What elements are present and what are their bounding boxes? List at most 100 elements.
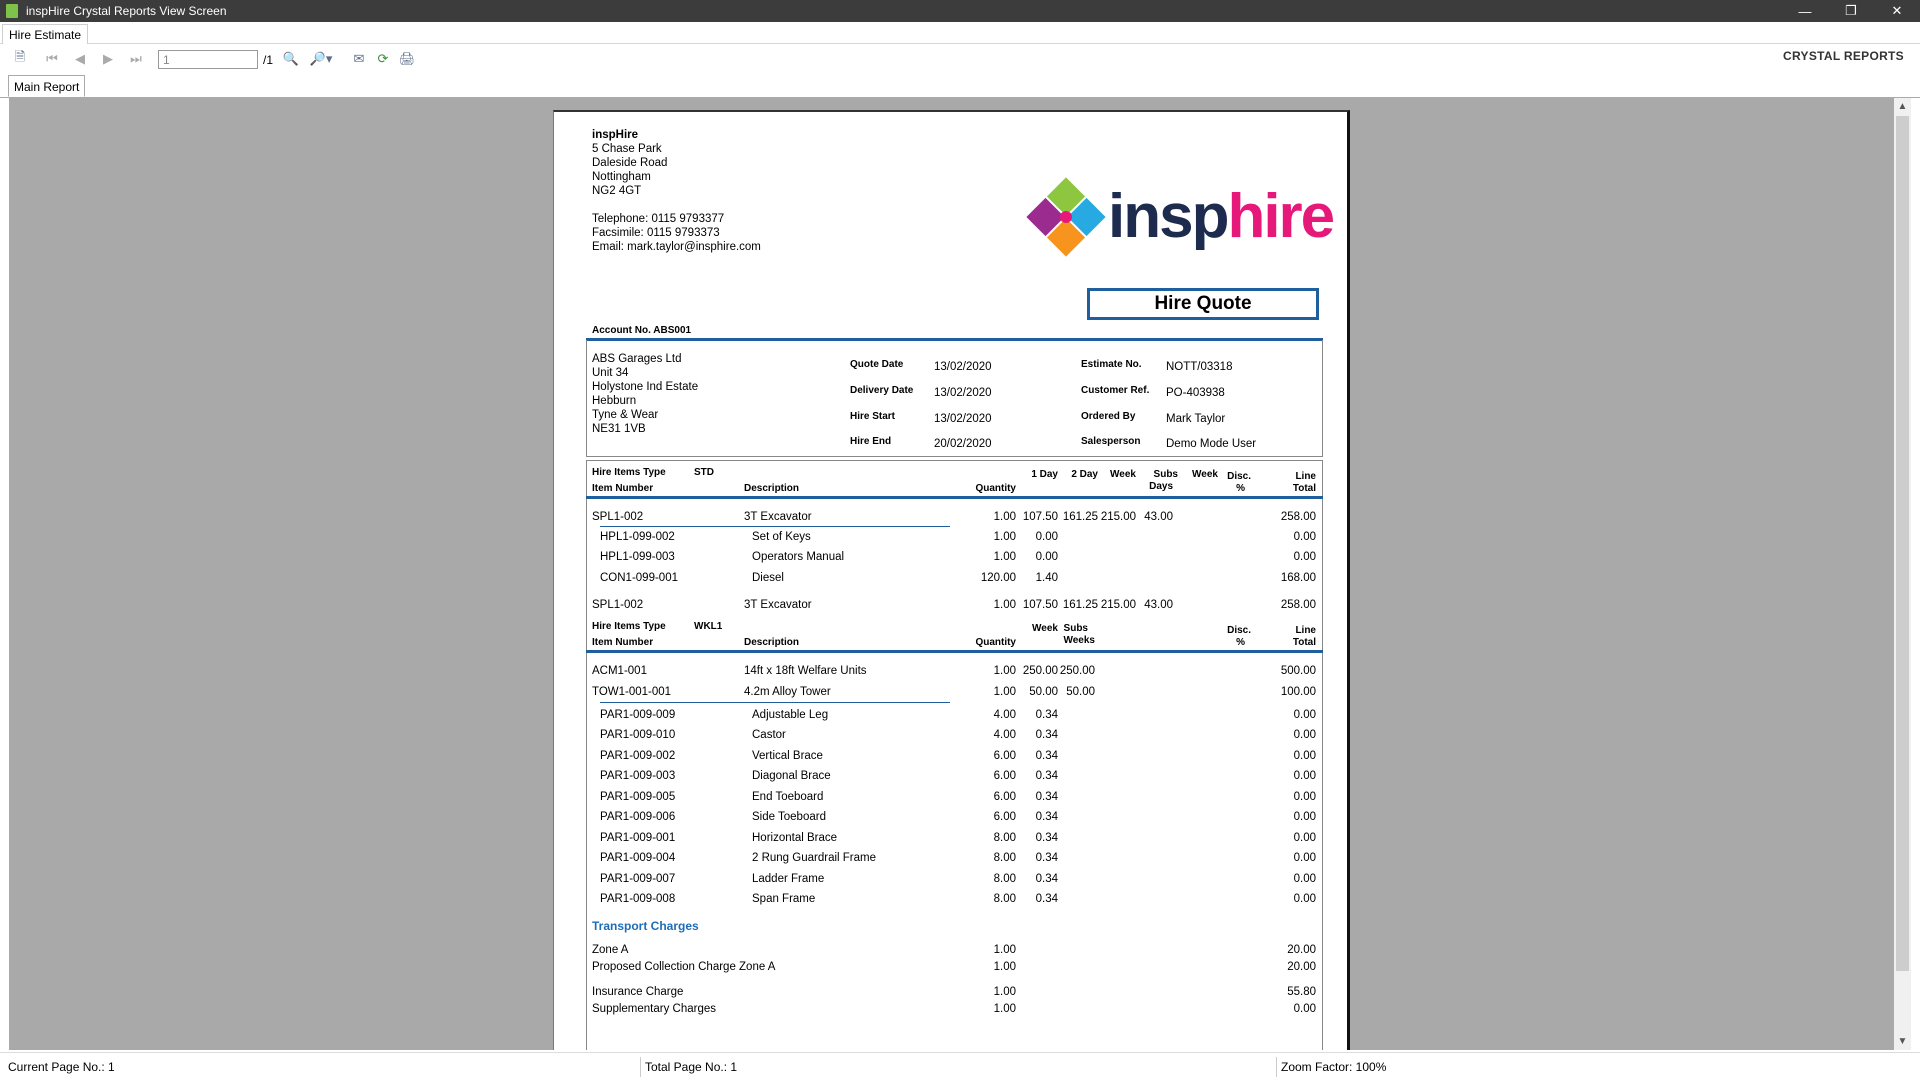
date-value: 13/02/2020 — [934, 387, 992, 399]
customer-address-line: Unit 34 — [592, 367, 629, 379]
scroll-down-icon[interactable]: ▼ — [1894, 1033, 1911, 1050]
item-1-day-rate: 0.00 — [1035, 531, 1058, 543]
item-description: End Toeboard — [752, 791, 824, 803]
item-week-rate: 0.34 — [1035, 729, 1058, 741]
reference-value: Demo Mode User — [1166, 438, 1257, 450]
item-number: TOW1-001-001 — [592, 686, 672, 698]
item-description: Operators Manual — [752, 551, 845, 563]
date-label: Delivery Date — [850, 385, 914, 396]
customer-address-line: Holystone Ind Estate — [592, 381, 699, 393]
charge-description: Supplementary Charges — [592, 1003, 717, 1015]
company-address-1: 5 Chase Park — [592, 143, 662, 155]
item-1-day-rate: 0.00 — [1035, 551, 1058, 563]
customer-address-line: NE31 1VB — [592, 423, 646, 435]
date-label: Hire Start — [850, 411, 896, 422]
item-week-rate: 0.34 — [1035, 852, 1058, 864]
previous-page-icon[interactable]: ◀ — [72, 50, 88, 68]
zoom-status: Zoom Factor: 100% — [1281, 1060, 1387, 1074]
logo-mark-icon — [1026, 177, 1106, 257]
document-title: Hire Quote — [1087, 288, 1319, 320]
column-quantity: Quantity — [975, 483, 1016, 494]
item-number: PAR1-009-009 — [600, 709, 676, 721]
toolbar: 🗎 ⏮ ◀ ▶ ⏭ /1 🔍 🔎▾ ✉ ⟳ 🖨 CRYSTAL REPORTS — [0, 44, 1920, 74]
column-disc-pct: % — [1236, 483, 1245, 494]
company-email: Email: mark.taylor@insphire.com — [592, 241, 761, 253]
customer-address-line: Hebburn — [592, 395, 637, 407]
charge-quantity: 1.00 — [993, 961, 1016, 973]
vertical-scrollbar[interactable]: ▲ ▼ — [1894, 98, 1911, 1050]
scroll-up-icon[interactable]: ▲ — [1894, 98, 1911, 115]
column-item-number: Item Number — [592, 637, 654, 648]
item-line-total: 0.00 — [1293, 832, 1316, 844]
company-facsimile: Facsimile: 0115 9793373 — [592, 227, 720, 239]
group-tree-icon[interactable]: ✉ — [350, 50, 368, 68]
item-week-rate: 0.34 — [1035, 791, 1058, 803]
column-line-total: Total — [1292, 483, 1316, 494]
restore-button[interactable]: ❐ — [1828, 0, 1874, 22]
item-line-total: 0.00 — [1293, 729, 1316, 741]
item-subs-weeks: 50.00 — [1066, 686, 1095, 698]
item-subs-days: 43.00 — [1144, 599, 1173, 611]
page-number-input[interactable] — [158, 50, 258, 69]
item-description: 3T Excavator — [744, 599, 812, 611]
charge-description: Proposed Collection Charge Zone A — [592, 961, 776, 973]
reference-value: PO-403938 — [1166, 387, 1225, 399]
status-bar: Current Page No.: 1 Total Page No.: 1 Zo… — [0, 1052, 1920, 1080]
tab-main-report[interactable]: Main Report — [8, 75, 86, 97]
column-description: Description — [744, 483, 800, 494]
item-line-total: 258.00 — [1280, 599, 1316, 611]
customer-address-line: ABS Garages Ltd — [592, 353, 682, 365]
hire-items-type-label: Hire Items Type — [592, 621, 666, 632]
item-line-total: 168.00 — [1280, 572, 1316, 584]
reference-label: Customer Ref. — [1081, 385, 1150, 396]
search-icon[interactable]: 🔍 — [282, 50, 300, 68]
report-page: inspHire 5 Chase Park Daleside Road Nott… — [553, 110, 1350, 1050]
column-description: Description — [744, 637, 800, 648]
refresh-icon[interactable]: ⟳ — [374, 50, 392, 68]
reference-value: Mark Taylor — [1166, 413, 1226, 425]
zoom-icon[interactable]: 🔎▾ — [308, 50, 334, 68]
date-label: Quote Date — [850, 359, 904, 370]
tab-hire-estimate[interactable]: Hire Estimate — [2, 24, 89, 44]
item-number: PAR1-009-002 — [600, 750, 676, 762]
company-name: inspHire — [592, 129, 639, 141]
reference-value: NOTT/03318 — [1166, 361, 1233, 373]
item-number: SPL1-002 — [592, 511, 644, 523]
item-line-total: 0.00 — [1293, 893, 1316, 905]
export-icon[interactable]: 🗎 — [10, 49, 30, 68]
item-description: Vertical Brace — [752, 750, 823, 762]
item-week-rate: 0.34 — [1035, 832, 1058, 844]
company-address-2: Daleside Road — [592, 157, 668, 169]
insphire-logo: insphire — [1024, 174, 1335, 260]
close-button[interactable]: ✕ — [1874, 0, 1920, 22]
item-number: PAR1-009-004 — [600, 852, 676, 864]
item-description: 14ft x 18ft Welfare Units — [744, 665, 867, 677]
item-1-day-rate: 1.40 — [1035, 572, 1058, 584]
last-page-icon[interactable]: ⏭ — [128, 50, 144, 68]
scroll-thumb[interactable] — [1896, 116, 1909, 971]
charge-quantity: 1.00 — [993, 986, 1016, 998]
item-description: Set of Keys — [752, 531, 811, 543]
item-description: 4.2m Alloy Tower — [744, 686, 831, 698]
window-title: inspHire Crystal Reports View Screen — [26, 4, 227, 18]
print-icon[interactable]: 🖨 — [398, 50, 416, 68]
item-number: PAR1-009-008 — [600, 893, 676, 905]
menu-bar: Hire Estimate — [0, 22, 1920, 44]
item-number: HPL1-099-002 — [600, 531, 675, 543]
item-number: PAR1-009-003 — [600, 770, 676, 782]
item-number: PAR1-009-006 — [600, 811, 676, 823]
charge-line-total: 20.00 — [1287, 944, 1316, 956]
first-page-icon[interactable]: ⏮ — [44, 50, 60, 68]
charge-quantity: 1.00 — [993, 944, 1016, 956]
item-description: Ladder Frame — [752, 873, 825, 885]
item-week-rate: 0.34 — [1035, 750, 1058, 762]
item-number: PAR1-009-010 — [600, 729, 676, 741]
column-quantity: Quantity — [975, 637, 1016, 648]
item-line-total: 0.00 — [1293, 852, 1316, 864]
item-line-total: 0.00 — [1293, 770, 1316, 782]
customer-address-line: Tyne & Wear — [592, 409, 659, 421]
next-page-icon[interactable]: ▶ — [100, 50, 116, 68]
date-value: 20/02/2020 — [934, 438, 992, 450]
report-viewer[interactable]: inspHire 5 Chase Park Daleside Road Nott… — [9, 98, 1894, 1050]
minimize-button[interactable]: — — [1782, 0, 1828, 22]
